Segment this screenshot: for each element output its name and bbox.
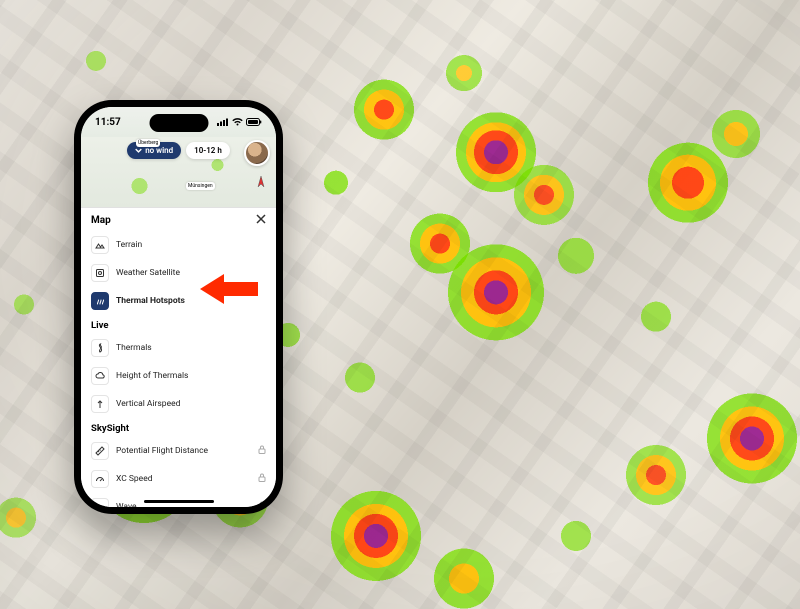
vertical-speed-icon [91,395,109,413]
close-icon[interactable] [256,214,266,227]
layer-label: XC Speed [116,474,153,484]
compass-icon[interactable] [254,175,268,189]
home-indicator [144,500,214,503]
section-heading-skysight: SkySight [81,418,276,437]
layer-label: Wave [116,502,137,507]
place-label-uberberg: Überberg [136,139,160,147]
status-icons [217,118,262,126]
layer-row-xc-speed[interactable]: XC Speed [81,465,276,493]
wifi-icon [232,118,243,126]
time-chip-label: 10-12 h [194,146,222,155]
battery-icon [246,118,262,126]
layers-panel: Map Terrain Weather Satellite [81,208,276,507]
avatar[interactable] [244,140,270,166]
cloud-up-icon [91,367,109,385]
layer-label: Weather Satellite [116,268,180,278]
layer-label: Potential Flight Distance [116,446,208,456]
status-time: 11:57 [95,117,121,128]
thermals-icon [91,339,109,357]
layer-label: Thermal Hotspots [116,296,185,306]
dynamic-island [149,114,208,132]
hotspots-icon [91,292,109,310]
lock-icon [258,445,266,457]
ruler-icon [91,442,109,460]
wave-icon [91,498,109,507]
layer-label: Thermals [116,343,152,353]
layer-row-vertical-airspeed[interactable]: Vertical Airspeed [81,390,276,418]
time-chip[interactable]: 10-12 h [186,142,230,159]
lock-icon [258,473,266,485]
lock-icon [258,501,266,507]
place-label-munsingen: Münsingen [186,182,215,190]
layer-row-thermals[interactable]: Thermals [81,334,276,362]
layer-row-potential-flight-distance[interactable]: Potential Flight Distance [81,437,276,465]
layer-label: Height of Thermals [116,371,188,381]
section-heading-live: Live [81,315,276,334]
annotation-arrow [200,272,258,310]
chevron-down-icon [135,147,142,154]
wind-chip-label: no wind [145,146,173,155]
layer-row-terrain[interactable]: Terrain [81,231,276,259]
layer-label: Vertical Airspeed [116,399,180,409]
signal-icon [217,118,229,126]
panel-title: Map [91,215,111,226]
layer-label: Terrain [116,240,142,250]
satellite-icon [91,264,109,282]
terrain-icon [91,236,109,254]
layer-row-height-of-thermals[interactable]: Height of Thermals [81,362,276,390]
map-header[interactable]: no wind 10-12 h Überberg Münsingen [81,137,276,208]
speed-icon [91,470,109,488]
